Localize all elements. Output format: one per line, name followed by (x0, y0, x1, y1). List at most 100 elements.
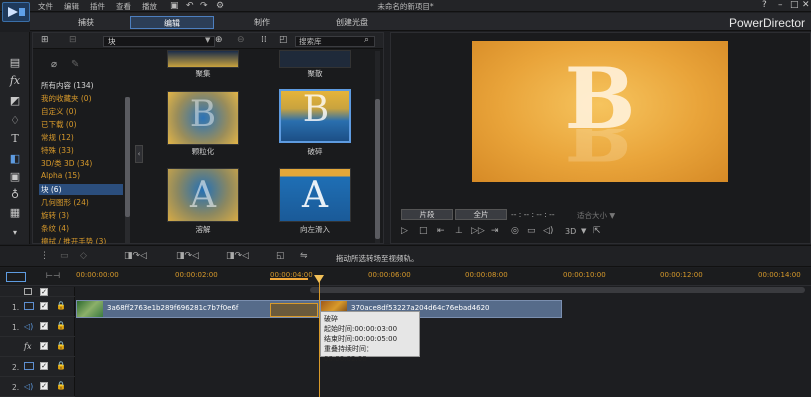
category-item[interactable]: 自定义 (0) (41, 106, 77, 117)
storyboard-view-icon[interactable] (6, 272, 26, 282)
title-room-icon[interactable]: T (8, 132, 22, 146)
movie-mode-button[interactable]: 全片 (455, 209, 507, 220)
next-frame-icon[interactable]: ⇥ (491, 226, 499, 236)
volume-icon[interactable]: ◁) (543, 226, 553, 236)
select-all-tracks[interactable] (24, 288, 32, 295)
more-rooms-icon[interactable]: ▾ (8, 226, 22, 240)
search-input[interactable]: 搜索库 (295, 36, 375, 47)
audio-mix-icon[interactable]: ▣ (8, 170, 22, 184)
previous-frame-icon[interactable]: ⇤ (437, 226, 445, 236)
fix-enhance-icon[interactable]: ◇ (80, 251, 87, 261)
download-icon[interactable]: ⊟ (69, 35, 77, 45)
track-enable-checkbox[interactable]: ✓ (40, 382, 48, 390)
category-item[interactable]: 几何图形 (24) (41, 197, 89, 208)
transition-settings-icon[interactable]: ◱ (276, 251, 285, 261)
lock-icon[interactable]: 🔒 (56, 301, 66, 310)
maximize-icon[interactable]: □ (790, 0, 799, 10)
transition-postfix-icon[interactable]: ◨↷◁ (226, 251, 249, 261)
clip-mode-button[interactable]: 片段 (401, 209, 453, 220)
help-icon[interactable]: ? (762, 0, 767, 10)
transition-thumb-selected[interactable]: B (279, 89, 351, 143)
lock-icon[interactable]: 🔒 (56, 381, 66, 390)
timeline-scrollbar[interactable] (310, 287, 805, 293)
transition-prefix-icon[interactable]: ◨↷◁ (124, 251, 147, 261)
transition-block[interactable] (270, 303, 318, 317)
transition-thumb[interactable]: A (279, 168, 351, 222)
tag-icon[interactable]: ⌀ (51, 59, 57, 70)
tab-create-disc[interactable]: 创建光盘 (310, 16, 394, 29)
ruler-tick: 00:00:08:00 (465, 271, 508, 279)
lock-icon[interactable]: 🔒 (56, 361, 66, 370)
chapter-icon[interactable]: ▦ (8, 206, 22, 220)
track-number: 2. (12, 363, 20, 372)
media-room-icon[interactable]: ▤ (8, 56, 22, 70)
fx-room-icon[interactable]: fx (8, 74, 22, 88)
grid-view-icon[interactable]: ⁞⁞ (261, 35, 267, 45)
track-enable-checkbox[interactable]: ✓ (40, 322, 48, 330)
transition-thumb[interactable]: A (167, 168, 239, 222)
track-enable-checkbox[interactable]: ✓ (40, 362, 48, 370)
transition-cross-icon[interactable]: ◨↷◁ (176, 251, 199, 261)
enable-all-checkbox[interactable]: ✓ (40, 288, 48, 296)
thumbnail-size-icon[interactable]: ◰ (279, 35, 288, 45)
transition-room-icon[interactable]: ◧ (8, 152, 22, 166)
category-item[interactable]: Alpha (15) (41, 171, 80, 180)
category-scroll-thumb[interactable] (125, 97, 130, 217)
video-track-icon (24, 302, 34, 310)
edit-tools-icon[interactable]: ▭ (60, 251, 69, 261)
category-item[interactable]: 3D/类 3D (34) (41, 158, 92, 169)
transition-thumb[interactable] (167, 50, 239, 68)
play-icon[interactable]: ▷ (401, 226, 408, 236)
room-toolbar: ▤ fx ◩ ♢ T ◧ ▣ ♁ ▦ ▾ (0, 32, 30, 244)
close-icon[interactable]: ✕ (802, 0, 810, 10)
pip-room-icon[interactable]: ◩ (8, 94, 22, 108)
chevron-down-icon[interactable]: ▼ (581, 227, 586, 235)
timecode-display[interactable]: -- : -- : -- : -- (511, 210, 555, 219)
3d-toggle[interactable]: 3D (565, 227, 576, 236)
fit-timeline-icon[interactable]: ⊢⊣ (46, 271, 60, 280)
category-item[interactable]: 已下载 (0) (41, 119, 77, 130)
category-item[interactable]: 所有内容 (134) (41, 80, 94, 91)
timeline-ruler[interactable]: ⊢⊣ 00:00:00:00 00:00:02:00 00:00:04:00 0… (0, 268, 811, 286)
mark-in-icon[interactable]: ⊥ (455, 226, 463, 236)
zoom-select[interactable]: 适合大小 ▼ (577, 210, 615, 221)
snapshot-icon[interactable]: ◎ (511, 226, 519, 236)
category-item[interactable]: 特殊 (33) (41, 145, 74, 156)
lock-icon[interactable]: 🔒 (56, 321, 66, 330)
category-item[interactable]: 条纹 (4) (41, 223, 69, 234)
category-item[interactable]: 我的收藏夹 (0) (41, 93, 92, 104)
minimize-icon[interactable]: – (778, 0, 783, 10)
track-enable-checkbox[interactable]: ✓ (40, 342, 48, 350)
category-item[interactable]: 旋转 (3) (41, 210, 69, 221)
edit-tag-icon[interactable]: ✎ (71, 59, 79, 70)
tab-produce[interactable]: 制作 (220, 16, 304, 29)
particle-room-icon[interactable]: ♢ (8, 114, 22, 128)
stop-icon[interactable]: □ (419, 226, 428, 236)
transition-label: 溶解 (195, 225, 211, 234)
video-track-icon (24, 362, 34, 370)
delete-icon[interactable]: ⊖ (237, 35, 245, 45)
voiceover-icon[interactable]: ♁ (8, 188, 22, 202)
category-combo[interactable]: 块 (103, 36, 215, 47)
fast-forward-icon[interactable]: ▷▷ (471, 226, 485, 236)
clip-thumbnail (77, 301, 103, 317)
category-item[interactable]: 常规 (12) (41, 132, 74, 143)
tab-capture[interactable]: 捕获 (44, 16, 128, 29)
category-item[interactable]: 擦拭 / 推开手势 (3) (41, 236, 106, 244)
import-icon[interactable]: ⊞ (41, 35, 49, 45)
transition-label: 颗粒化 (191, 147, 215, 156)
transition-thumb[interactable] (279, 50, 351, 68)
lock-icon[interactable]: 🔒 (56, 341, 66, 350)
subtitle-icon[interactable]: ▭ (527, 226, 536, 236)
category-item-selected[interactable]: 块 (6) (39, 184, 123, 195)
track-enable-checkbox[interactable]: ✓ (40, 302, 48, 310)
collapse-panel-icon[interactable]: ‹ (135, 145, 143, 163)
audio-track-header: 1. ◁) ✓ 🔒 (0, 319, 75, 337)
library-scroll-thumb[interactable] (375, 99, 380, 239)
transition-keyframe-icon[interactable]: ⇋ (300, 251, 308, 261)
search-icon[interactable]: ⌕ (364, 35, 369, 45)
transition-thumb[interactable]: B (167, 91, 239, 145)
tab-edit[interactable]: 编辑 (130, 16, 214, 29)
undock-icon[interactable]: ⇱ (593, 226, 601, 236)
add-favorite-icon[interactable]: ⊕ (215, 35, 223, 45)
